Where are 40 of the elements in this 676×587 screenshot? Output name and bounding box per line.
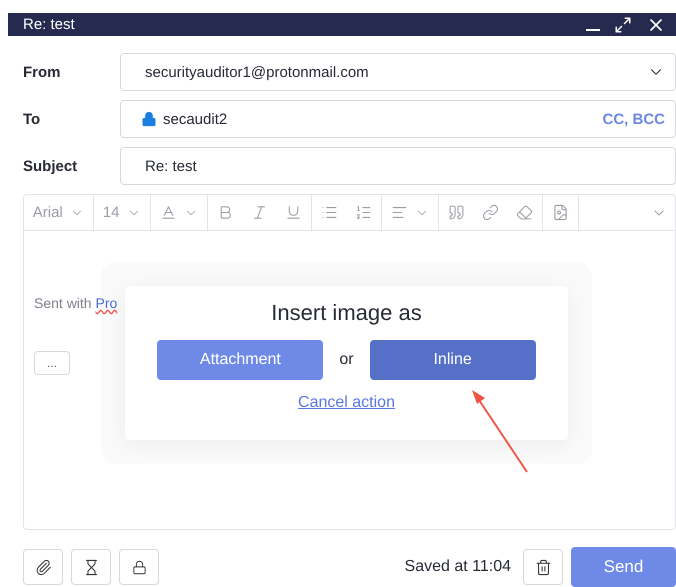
signature-text: Sent with Pro — [34, 295, 118, 311]
message-editor[interactable]: Arial 14 Sent with Pro ... Insert image as Attachment or Inline Cancel action — [23, 194, 676, 530]
underline-icon — [285, 204, 302, 221]
lock-icon — [132, 560, 146, 574]
font-family-select[interactable]: Arial — [24, 195, 94, 230]
eraser-icon — [516, 204, 533, 221]
image-file-icon — [552, 204, 569, 221]
numbered-list-icon — [355, 204, 372, 221]
font-size-select[interactable]: 14 — [94, 195, 151, 230]
maximize-button[interactable] — [614, 16, 632, 34]
encrypt-button[interactable] — [119, 549, 159, 585]
inline-button[interactable]: Inline — [370, 340, 536, 380]
cancel-action-link[interactable]: Cancel action — [298, 394, 395, 412]
field-label: To — [23, 110, 42, 128]
cc-bcc-button[interactable]: CC, BCC — [602, 110, 665, 128]
align-left-icon — [390, 204, 408, 221]
quote-icon — [448, 204, 464, 221]
delete-button[interactable] — [523, 549, 563, 585]
maximize-icon — [614, 16, 632, 34]
recipient-field[interactable]: secaudit2 CC, BCC — [120, 100, 676, 138]
send-button[interactable]: Send — [571, 547, 676, 587]
or-text: or — [339, 351, 354, 369]
signature-link[interactable]: Pro — [95, 295, 118, 311]
lock-icon — [141, 111, 157, 127]
trash-icon — [534, 558, 552, 576]
window-title: Re: test — [23, 16, 76, 33]
more-content-button[interactable]: ... — [34, 351, 70, 375]
sender-select[interactable]: securityauditor1@protonmail.com — [120, 53, 676, 91]
minimize-icon — [586, 28, 600, 30]
schedule-button[interactable] — [71, 549, 111, 585]
attachment-button[interactable]: Attachment — [157, 340, 324, 380]
text-color-icon — [160, 204, 177, 221]
link-icon — [482, 204, 498, 221]
field-label: From — [23, 64, 62, 80]
attach-button[interactable] — [23, 549, 63, 585]
subject-field[interactable]: Re: test — [120, 147, 676, 185]
saved-status: Saved at 11:04 — [404, 558, 511, 576]
paperclip-icon — [34, 558, 52, 576]
dialog-title: Insert image as — [271, 300, 422, 326]
field-label: Subject — [23, 158, 78, 174]
